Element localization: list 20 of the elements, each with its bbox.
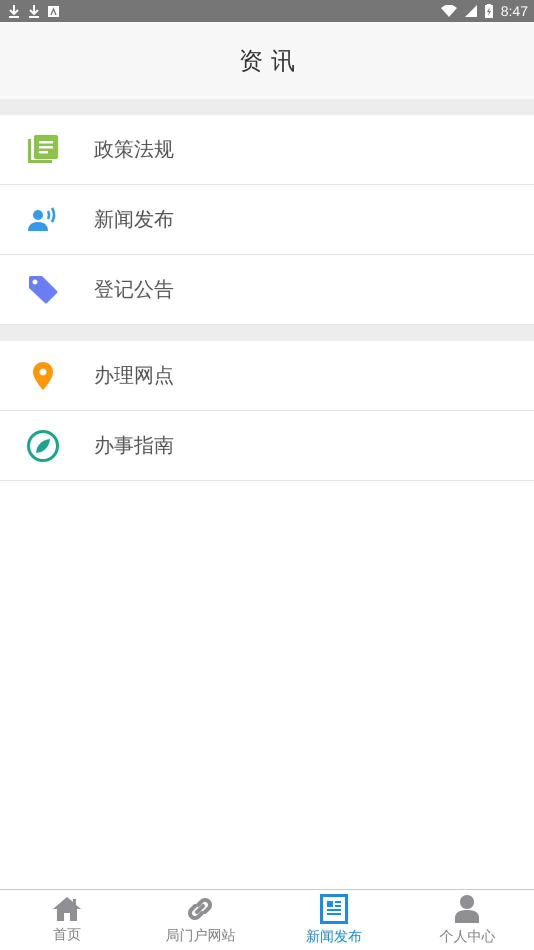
home-icon [52, 896, 82, 922]
download-icon [8, 4, 20, 18]
compass-icon [26, 428, 60, 462]
tab[interactable]: 新闻发布 [267, 890, 400, 950]
tag-icon [27, 274, 59, 306]
page-title: 资 讯 [239, 46, 295, 76]
app-notification-icon [48, 6, 59, 16]
clock-time: 8:47 [500, 3, 528, 19]
link-icon [186, 895, 214, 923]
signal-icon [464, 5, 477, 17]
newspaper-icon [320, 894, 348, 924]
tab[interactable]: 个人中心 [400, 890, 534, 950]
person-icon [454, 894, 480, 924]
documents-icon [27, 134, 59, 166]
wifi-icon [440, 5, 457, 17]
tab[interactable]: 首页 [0, 890, 134, 950]
location-pin-icon [32, 360, 54, 390]
battery-icon [484, 4, 493, 18]
download-icon [28, 4, 40, 18]
tab[interactable]: 局门户网站 [134, 890, 267, 950]
